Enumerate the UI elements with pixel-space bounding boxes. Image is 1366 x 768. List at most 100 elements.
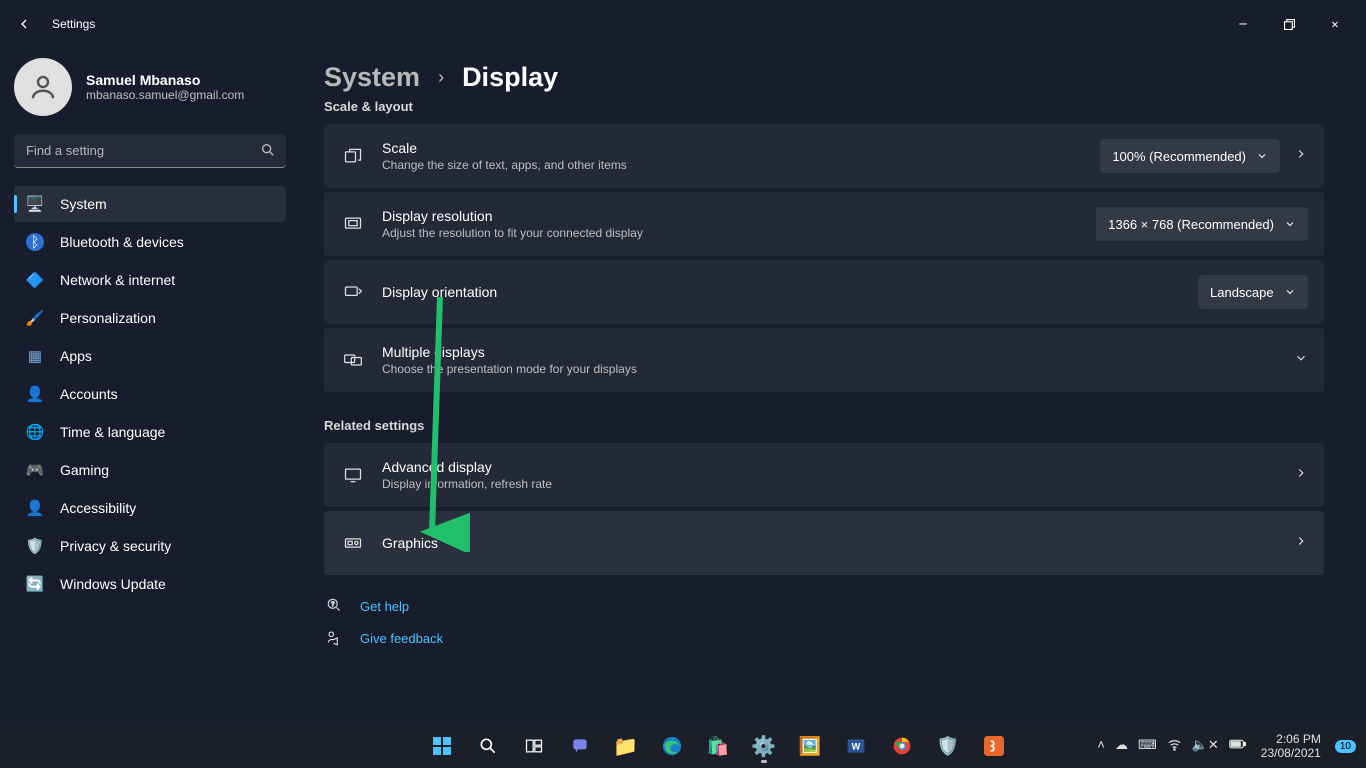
photos-button[interactable]: 🖼️ <box>790 726 830 766</box>
nav-item-system[interactable]: 🖥️System <box>14 186 286 222</box>
nav-icon: 🔷 <box>26 271 44 289</box>
scale-row[interactable]: Scale Change the size of text, apps, and… <box>324 124 1324 188</box>
taskbar: 📁 🛍️ ⚙️ 🖼️ W 🛡️ ˄ ☁ ⌨ 🔈✕ 2:06 PM 23/08/2… <box>0 724 1366 768</box>
graphics-row[interactable]: Graphics <box>324 511 1324 575</box>
svg-text:?: ? <box>331 602 335 608</box>
back-button[interactable] <box>8 8 40 40</box>
keyboard-icon[interactable]: ⌨ <box>1138 737 1157 755</box>
orientation-value: Landscape <box>1210 285 1274 300</box>
task-view-button[interactable] <box>514 726 554 766</box>
taskbar-right: ˄ ☁ ⌨ 🔈✕ 2:06 PM 23/08/2021 10 <box>1097 732 1366 761</box>
nav-icon: 🎮 <box>26 461 44 479</box>
edge-button[interactable] <box>652 726 692 766</box>
expand-icon[interactable] <box>1294 351 1308 370</box>
tray-chevron-icon[interactable]: ˄ <box>1097 737 1105 755</box>
app-button[interactable] <box>974 726 1014 766</box>
navigate-icon[interactable] <box>1294 534 1308 553</box>
nav-item-accessibility[interactable]: 👤Accessibility <box>14 490 286 526</box>
chrome-button[interactable] <box>882 726 922 766</box>
nav-item-apps[interactable]: ▦Apps <box>14 338 286 374</box>
nav-item-bluetooth-devices[interactable]: ᛒBluetooth & devices <box>14 224 286 260</box>
nav-item-windows-update[interactable]: 🔄Windows Update <box>14 566 286 602</box>
close-button[interactable]: ✕ <box>1312 8 1358 40</box>
scale-title: Scale <box>382 140 1100 156</box>
nav-icon: ᛒ <box>26 233 44 251</box>
breadcrumb-current: Display <box>462 62 558 93</box>
breadcrumb: System › Display <box>324 62 1324 93</box>
orientation-row[interactable]: Display orientation Landscape <box>324 260 1324 324</box>
file-explorer-button[interactable]: 📁 <box>606 726 646 766</box>
user-name: Samuel Mbanaso <box>86 72 244 88</box>
resolution-sub: Adjust the resolution to fit your connec… <box>382 226 1096 240</box>
onedrive-icon[interactable]: ☁ <box>1115 737 1128 755</box>
advanced-display-row[interactable]: Advanced display Display information, re… <box>324 443 1324 507</box>
help-icon: ? <box>324 597 346 615</box>
navigate-icon[interactable] <box>1294 466 1308 485</box>
taskbar-clock[interactable]: 2:06 PM 23/08/2021 <box>1261 732 1321 761</box>
notifications-badge[interactable]: 10 <box>1335 740 1356 753</box>
nav-item-gaming[interactable]: 🎮 Gaming <box>14 452 286 488</box>
taskbar-center: 📁 🛍️ ⚙️ 🖼️ W 🛡️ <box>422 726 1014 766</box>
multiple-displays-icon <box>340 350 366 370</box>
search-input[interactable] <box>14 134 286 168</box>
resolution-row[interactable]: Display resolution Adjust the resolution… <box>324 192 1324 256</box>
nav-item-personalization[interactable]: 🖌️ Personalization <box>14 300 286 336</box>
nav-icon: 🛡️ <box>26 537 44 555</box>
search-button[interactable] <box>468 726 508 766</box>
adv-sub: Display information, refresh rate <box>382 477 1280 491</box>
nav-label: Accounts <box>60 386 118 402</box>
nav-icon: 🌐 <box>26 423 44 441</box>
search-container <box>14 134 286 168</box>
svg-text:W: W <box>851 741 860 751</box>
wifi-icon[interactable] <box>1167 737 1182 755</box>
minimize-button[interactable]: ─ <box>1220 8 1266 40</box>
nav-item-time-language[interactable]: 🌐 Time & language <box>14 414 286 450</box>
chevron-down-icon <box>1284 218 1296 230</box>
multiple-displays-row[interactable]: Multiple displays Choose the presentatio… <box>324 328 1324 392</box>
nav-label: Windows Update <box>60 576 166 592</box>
help-links: ? Get help Give feedback <box>324 597 1324 647</box>
related-cards: Advanced display Display information, re… <box>324 443 1324 575</box>
resolution-title: Display resolution <box>382 208 1096 224</box>
section-scale-label: Scale & layout <box>324 99 1324 114</box>
word-button[interactable]: W <box>836 726 876 766</box>
nav-label: Gaming <box>60 462 109 478</box>
nav-label: Network & internet <box>60 272 175 288</box>
nav-item-network-internet[interactable]: 🔷 Network & internet <box>14 262 286 298</box>
security-button[interactable]: 🛡️ <box>928 726 968 766</box>
nav-icon: 🖌️ <box>26 309 44 327</box>
volume-icon[interactable]: 🔈✕ <box>1192 737 1219 755</box>
title-bar: Settings ─ ✕ <box>0 0 1366 48</box>
get-help-link[interactable]: ? Get help <box>324 597 1324 615</box>
maximize-button[interactable] <box>1266 8 1312 40</box>
graphics-title: Graphics <box>382 535 1280 551</box>
scale-select[interactable]: 100% (Recommended) <box>1100 139 1280 173</box>
graphics-icon <box>340 533 366 553</box>
clock-date: 23/08/2021 <box>1261 746 1321 760</box>
window-controls: ─ ✕ <box>1220 8 1358 40</box>
orientation-select[interactable]: Landscape <box>1198 275 1308 309</box>
nav-label: System <box>60 196 107 212</box>
breadcrumb-parent[interactable]: System <box>324 62 420 93</box>
nav-item-accounts[interactable]: 👤Accounts <box>14 376 286 412</box>
user-profile[interactable]: Samuel Mbanaso mbanaso.samuel@gmail.com <box>14 58 286 116</box>
store-button[interactable]: 🛍️ <box>698 726 738 766</box>
resolution-select[interactable]: 1366 × 768 (Recommended) <box>1096 207 1308 241</box>
give-feedback-label: Give feedback <box>360 631 443 646</box>
get-help-label: Get help <box>360 599 409 614</box>
nav-list: 🖥️SystemᛒBluetooth & devices 🔷 Network & i… <box>14 186 286 602</box>
start-button[interactable] <box>422 726 462 766</box>
battery-icon[interactable] <box>1229 737 1247 755</box>
scale-navigate-icon[interactable] <box>1294 147 1308 166</box>
settings-button[interactable]: ⚙️ <box>744 726 784 766</box>
chevron-down-icon <box>1256 150 1268 162</box>
give-feedback-link[interactable]: Give feedback <box>324 629 1324 647</box>
nav-label: Time & language <box>60 424 165 440</box>
nav-item-privacy-security[interactable]: 🛡️Privacy & security <box>14 528 286 564</box>
feedback-icon <box>324 629 346 647</box>
nav-label: Personalization <box>60 310 156 326</box>
orientation-title: Display orientation <box>382 284 1198 300</box>
chevron-right-icon: › <box>438 67 444 88</box>
chat-button[interactable] <box>560 726 600 766</box>
nav-label: Apps <box>60 348 92 364</box>
